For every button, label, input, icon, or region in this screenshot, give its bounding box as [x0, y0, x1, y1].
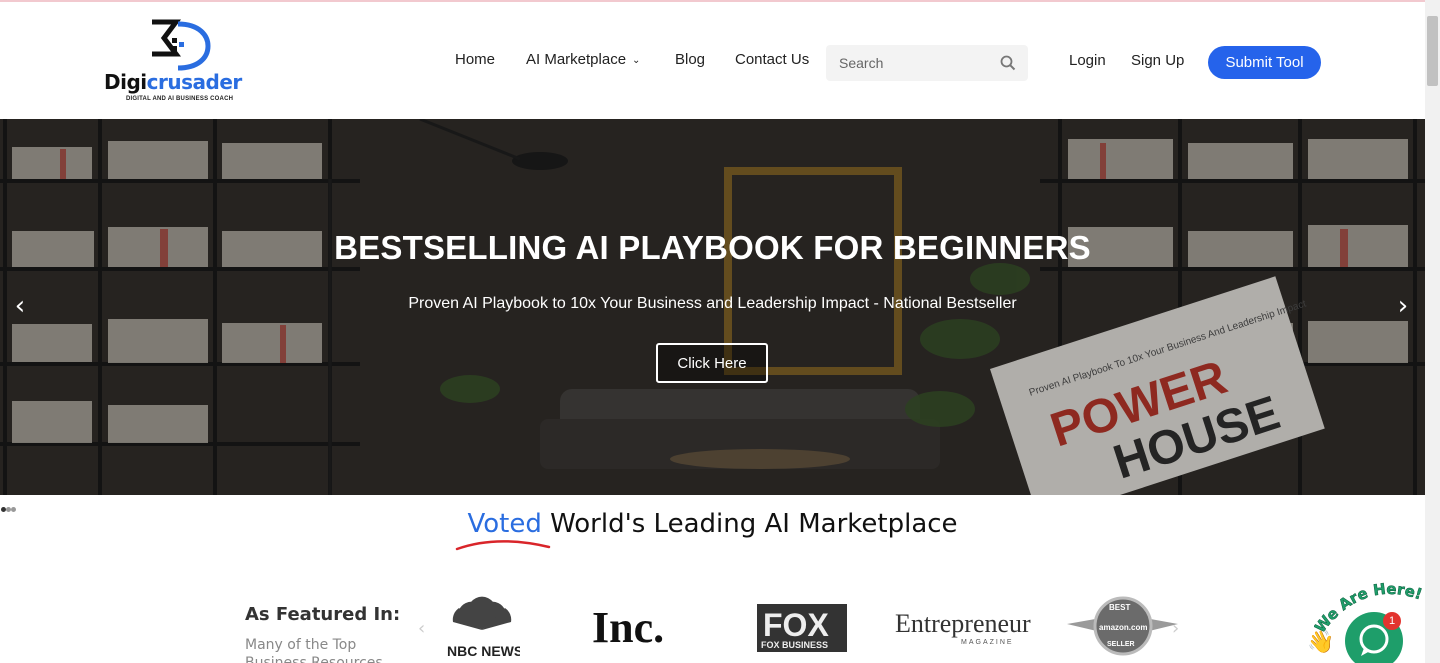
logos-next-icon[interactable]: ›: [1172, 618, 1179, 639]
fox-business-logo: FOX FOX BUSINESS: [757, 604, 847, 652]
brand-tagline: DIGITAL AND AI BUSINESS COACH: [126, 96, 234, 102]
search-input[interactable]: [826, 45, 996, 81]
featured-in-subtitle: Many of the Top Business Resources: [245, 637, 383, 663]
nav-ai-marketplace[interactable]: AI Marketplace ⌄: [526, 51, 640, 68]
inc-logo: Inc.: [592, 603, 664, 652]
nav-home[interactable]: Home: [455, 51, 495, 68]
featured-in-title: As Featured In:: [245, 604, 401, 625]
badge-best-text: BEST: [1109, 603, 1130, 612]
amazon-best-seller-badge: BEST amazon.com SELLER: [1067, 596, 1178, 656]
site-header: Digicrusader DIGITAL AND AI BUSINESS COA…: [0, 2, 1425, 119]
brand-logo[interactable]: Digicrusader DIGITAL AND AI BUSINESS COA…: [104, 18, 264, 108]
nav-contact-us[interactable]: Contact Us: [735, 51, 809, 68]
nbc-news-text: NBC NEWS: [447, 643, 520, 659]
hero-title: BESTSELLING AI PLAYBOOK FOR BEGINNERS: [334, 229, 1091, 266]
featured-logos: NBC NEWS Inc. FOX FOX BUSINESS Entrepren…: [415, 590, 1195, 663]
search-box: [826, 45, 1028, 81]
entrepreneur-text: Entrepreneur: [895, 609, 1031, 638]
login-link[interactable]: Login: [1069, 52, 1106, 69]
headline-underline-swoosh: [455, 540, 551, 551]
logo-mark-icon: [152, 19, 211, 71]
page-scrollbar[interactable]: [1425, 0, 1440, 663]
marketplace-headline: Voted World's Leading AI Marketplace: [0, 509, 1425, 539]
nav-ai-marketplace-label: AI Marketplace: [526, 51, 627, 68]
hero-cta-button[interactable]: Click Here: [656, 343, 768, 383]
badge-seller-text: SELLER: [1107, 641, 1135, 648]
waving-hand-icon: 👋: [1307, 630, 1335, 655]
chevron-down-icon: ⌄: [632, 55, 641, 66]
signup-link[interactable]: Sign Up: [1131, 52, 1184, 69]
svg-text:FOX: FOX: [763, 607, 829, 643]
brand-wordmark: Digicrusader: [104, 70, 242, 94]
hero-slider: Proven AI Playbook To 10x Your Business …: [0, 119, 1425, 495]
entrepreneur-magazine-text: MAGAZINE: [961, 639, 1014, 646]
entrepreneur-logo: Entrepreneur MAGAZINE: [895, 609, 1031, 646]
chat-notification-badge: 1: [1383, 612, 1401, 630]
nav-blog[interactable]: Blog: [675, 51, 705, 68]
headline-highlight: Voted: [467, 509, 542, 539]
nbc-news-logo: NBC NEWS: [447, 596, 520, 659]
badge-amazon-text: amazon.com: [1099, 623, 1147, 632]
hero-subtitle: Proven AI Playbook to 10x Your Business …: [408, 295, 1017, 312]
inc-text: Inc.: [592, 603, 664, 652]
scrollbar-thumb[interactable]: [1427, 16, 1438, 86]
fox-business-text: FOX BUSINESS: [761, 640, 828, 650]
slider-prev-icon[interactable]: ‹: [8, 291, 32, 321]
search-icon[interactable]: [1000, 55, 1016, 71]
submit-tool-button[interactable]: Submit Tool: [1208, 46, 1321, 79]
slider-next-icon[interactable]: ›: [1391, 291, 1415, 321]
headline-rest: World's Leading AI Marketplace: [541, 509, 958, 539]
